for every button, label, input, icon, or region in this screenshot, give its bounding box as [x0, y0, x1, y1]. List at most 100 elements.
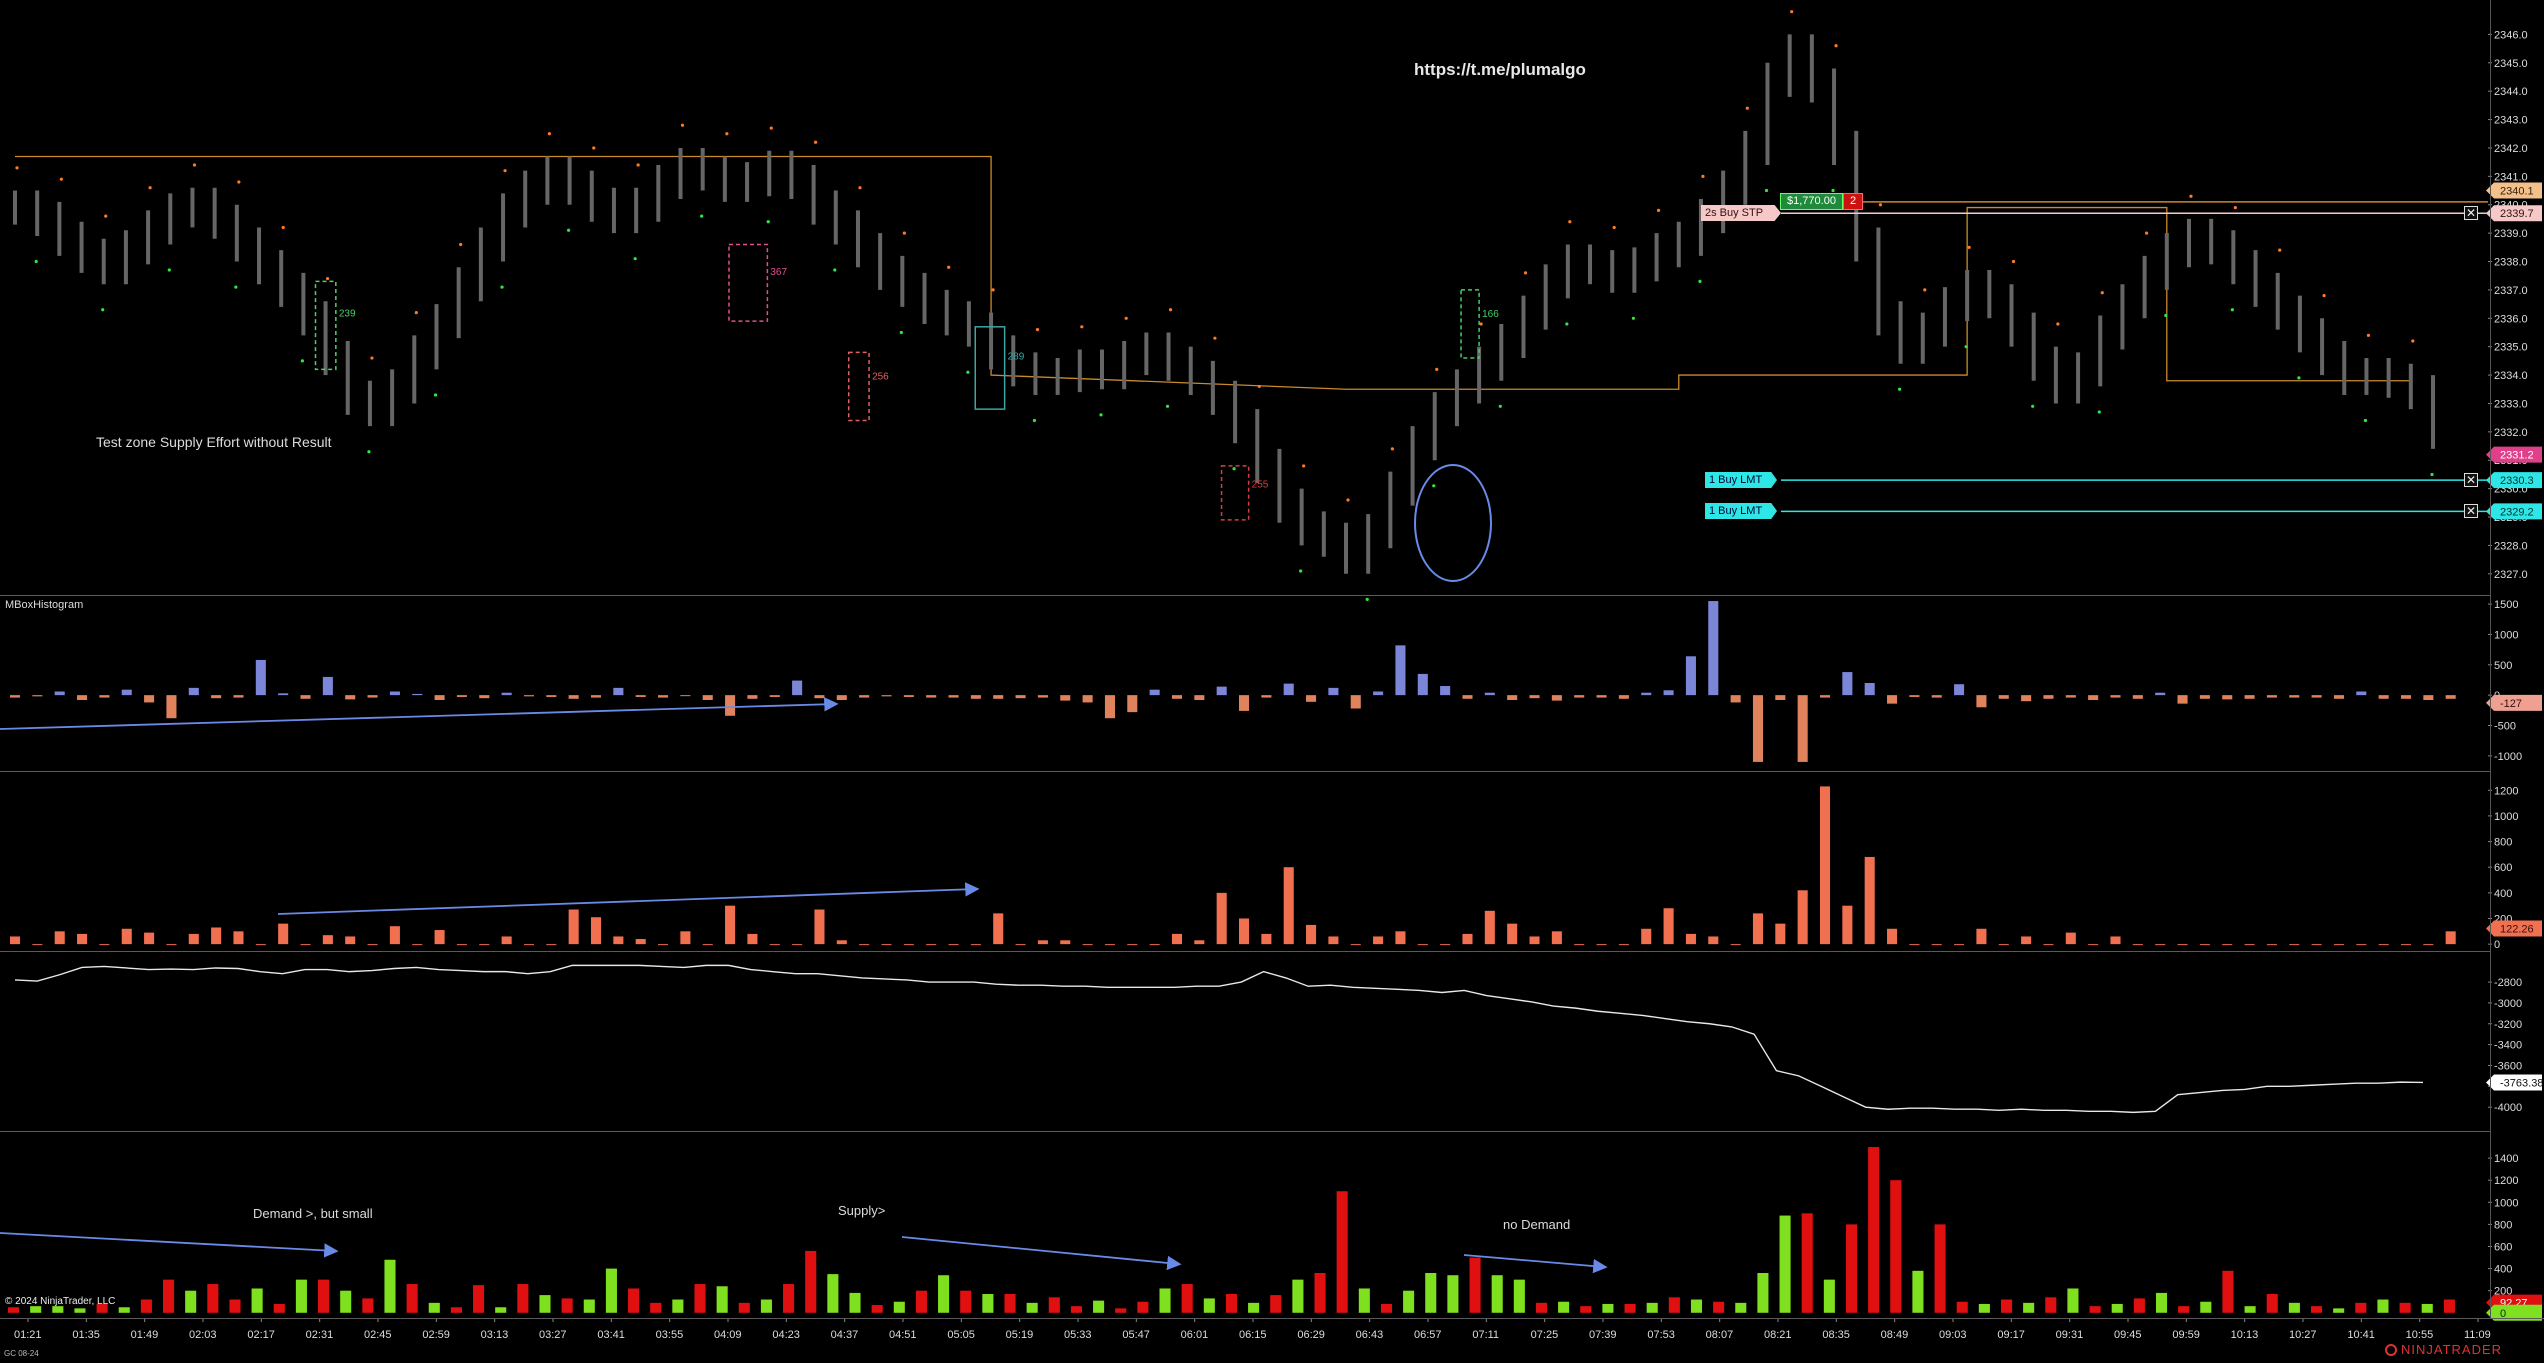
x-tick-label: 04:23	[772, 1329, 800, 1341]
volume-bar	[1529, 936, 1540, 945]
effort-bar	[2155, 1292, 2168, 1313]
delta-bar	[2222, 695, 2233, 700]
effort-bar	[1690, 1299, 1703, 1313]
volume-bar	[1328, 936, 1339, 945]
delta-bar	[523, 695, 535, 697]
volume-bar	[1060, 940, 1071, 945]
x-tick-label: 03:41	[597, 1329, 625, 1341]
volume-bar	[501, 936, 512, 945]
y-tick-label: 2342.0	[2494, 143, 2528, 155]
effort-bar	[2266, 1294, 2278, 1313]
delta-bar	[188, 687, 199, 696]
y-tick-label: 2328.0	[2494, 540, 2528, 552]
effort-bar	[583, 1299, 595, 1313]
y-tick-label: -3400	[2494, 1040, 2522, 1052]
signal-dot	[1964, 345, 1968, 349]
supply-demand-zone	[728, 243, 769, 322]
effort-bar	[2377, 1299, 2389, 1313]
watermark-url[interactable]: https://t.me/plumalgo	[1414, 60, 1586, 80]
effort-bar	[1535, 1302, 1548, 1313]
effort-bar	[605, 1268, 617, 1313]
signal-dot	[2097, 410, 2101, 414]
x-tick-label: 03:55	[656, 1329, 684, 1341]
zone-label: 255	[1252, 479, 1269, 490]
signal-dot	[1124, 316, 1128, 320]
volume-bar	[590, 917, 602, 945]
delta-bar	[769, 695, 780, 697]
y-tick-label: -1000	[2494, 751, 2522, 763]
signal-dot	[858, 186, 862, 190]
effort-bar	[2178, 1306, 2190, 1313]
delta-bar	[2445, 695, 2456, 699]
x-tick-label: 06:15	[1239, 1329, 1267, 1341]
signal-dot	[725, 132, 729, 136]
volume-bar	[345, 936, 356, 945]
effort-bar	[2133, 1298, 2145, 1313]
buy-lmt-order-1[interactable]: 1 Buy LMT	[1705, 472, 1777, 488]
x-tick-label: 09:17	[1997, 1329, 2025, 1341]
volume-bar	[926, 944, 937, 946]
signal-dot	[234, 285, 238, 289]
signal-dot	[899, 330, 903, 335]
x-tick-label: 05:05	[947, 1329, 975, 1341]
delta-bar	[166, 695, 177, 719]
effort-bar	[318, 1279, 330, 1313]
volume-bar	[1239, 918, 1250, 945]
y-tick-label: 2346.0	[2494, 29, 2528, 41]
volume-bar	[1417, 944, 1428, 946]
x-tick-label: 01:49	[131, 1329, 159, 1341]
position-pnl[interactable]: $1,770.00 2	[1780, 193, 1864, 210]
signal-dot	[769, 126, 773, 130]
effort-bar	[140, 1299, 152, 1313]
effort-bar	[1159, 1288, 1171, 1313]
signal-dot	[1099, 413, 1103, 417]
volume-bar	[1998, 944, 2009, 946]
volume-bar	[412, 944, 423, 946]
signal-dot	[2164, 313, 2168, 318]
signal-dot	[1967, 245, 1971, 249]
volume-bar	[993, 913, 1004, 945]
copyright-text: © 2024 NinjaTrader, LLC	[5, 1296, 116, 1307]
x-tick-label: 05:33	[1064, 1329, 1092, 1341]
volume-bar	[658, 944, 669, 946]
buy-stp-order[interactable]: 2s Buy STP	[1701, 205, 1781, 221]
y-tick-label: 2337.0	[2494, 285, 2528, 297]
signal-dot	[547, 132, 552, 136]
cancel-order-icon[interactable]: ✕	[2464, 473, 2478, 487]
cancel-order-icon[interactable]: ✕	[2464, 206, 2478, 220]
buy-lmt-price-tag: 2329.2	[2500, 506, 2534, 518]
volume-bar	[702, 944, 713, 946]
effort-bar	[1934, 1224, 1946, 1313]
volume-bar	[613, 936, 624, 945]
ninjatrader-logo: NINJATRADER	[2385, 1342, 2502, 1357]
effort-bar	[251, 1288, 263, 1313]
delta-bar	[434, 695, 445, 700]
signal-dot	[1498, 404, 1502, 408]
volume-bar	[1842, 905, 1853, 945]
volume-bar	[881, 944, 892, 946]
zone-label: 367	[770, 267, 787, 278]
delta-bar	[1440, 686, 1451, 696]
buy-lmt-order-2[interactable]: 1 Buy LMT	[1705, 503, 1777, 519]
x-tick-label: 03:27	[539, 1329, 567, 1341]
effort-bar	[1336, 1191, 1348, 1313]
signal-dot	[104, 214, 108, 218]
effort-bar	[1890, 1180, 1902, 1313]
y-tick-label: 600	[2494, 1241, 2512, 1253]
volume-bar	[2043, 944, 2054, 946]
delta-bar	[1194, 695, 1205, 700]
y-tick-label: -3000	[2494, 998, 2522, 1010]
zone-label: 289	[1008, 352, 1025, 363]
y-tick-label: 2334.0	[2494, 370, 2528, 382]
volume-bar	[1574, 944, 1585, 946]
y-tick-label: 800	[2494, 1219, 2512, 1231]
trading-chart[interactable]: 2327.02328.02329.02330.02331.02332.02333…	[0, 0, 2544, 1363]
cancel-order-icon[interactable]: ✕	[2464, 504, 2478, 518]
delta-bar	[345, 695, 356, 700]
x-tick-label: 03:13	[481, 1329, 509, 1341]
volume-bar	[1149, 944, 1160, 946]
signal-dot	[1878, 203, 1883, 207]
volume-bar	[389, 926, 400, 945]
effort-bar	[1314, 1273, 1326, 1313]
signal-dot	[1432, 484, 1436, 488]
